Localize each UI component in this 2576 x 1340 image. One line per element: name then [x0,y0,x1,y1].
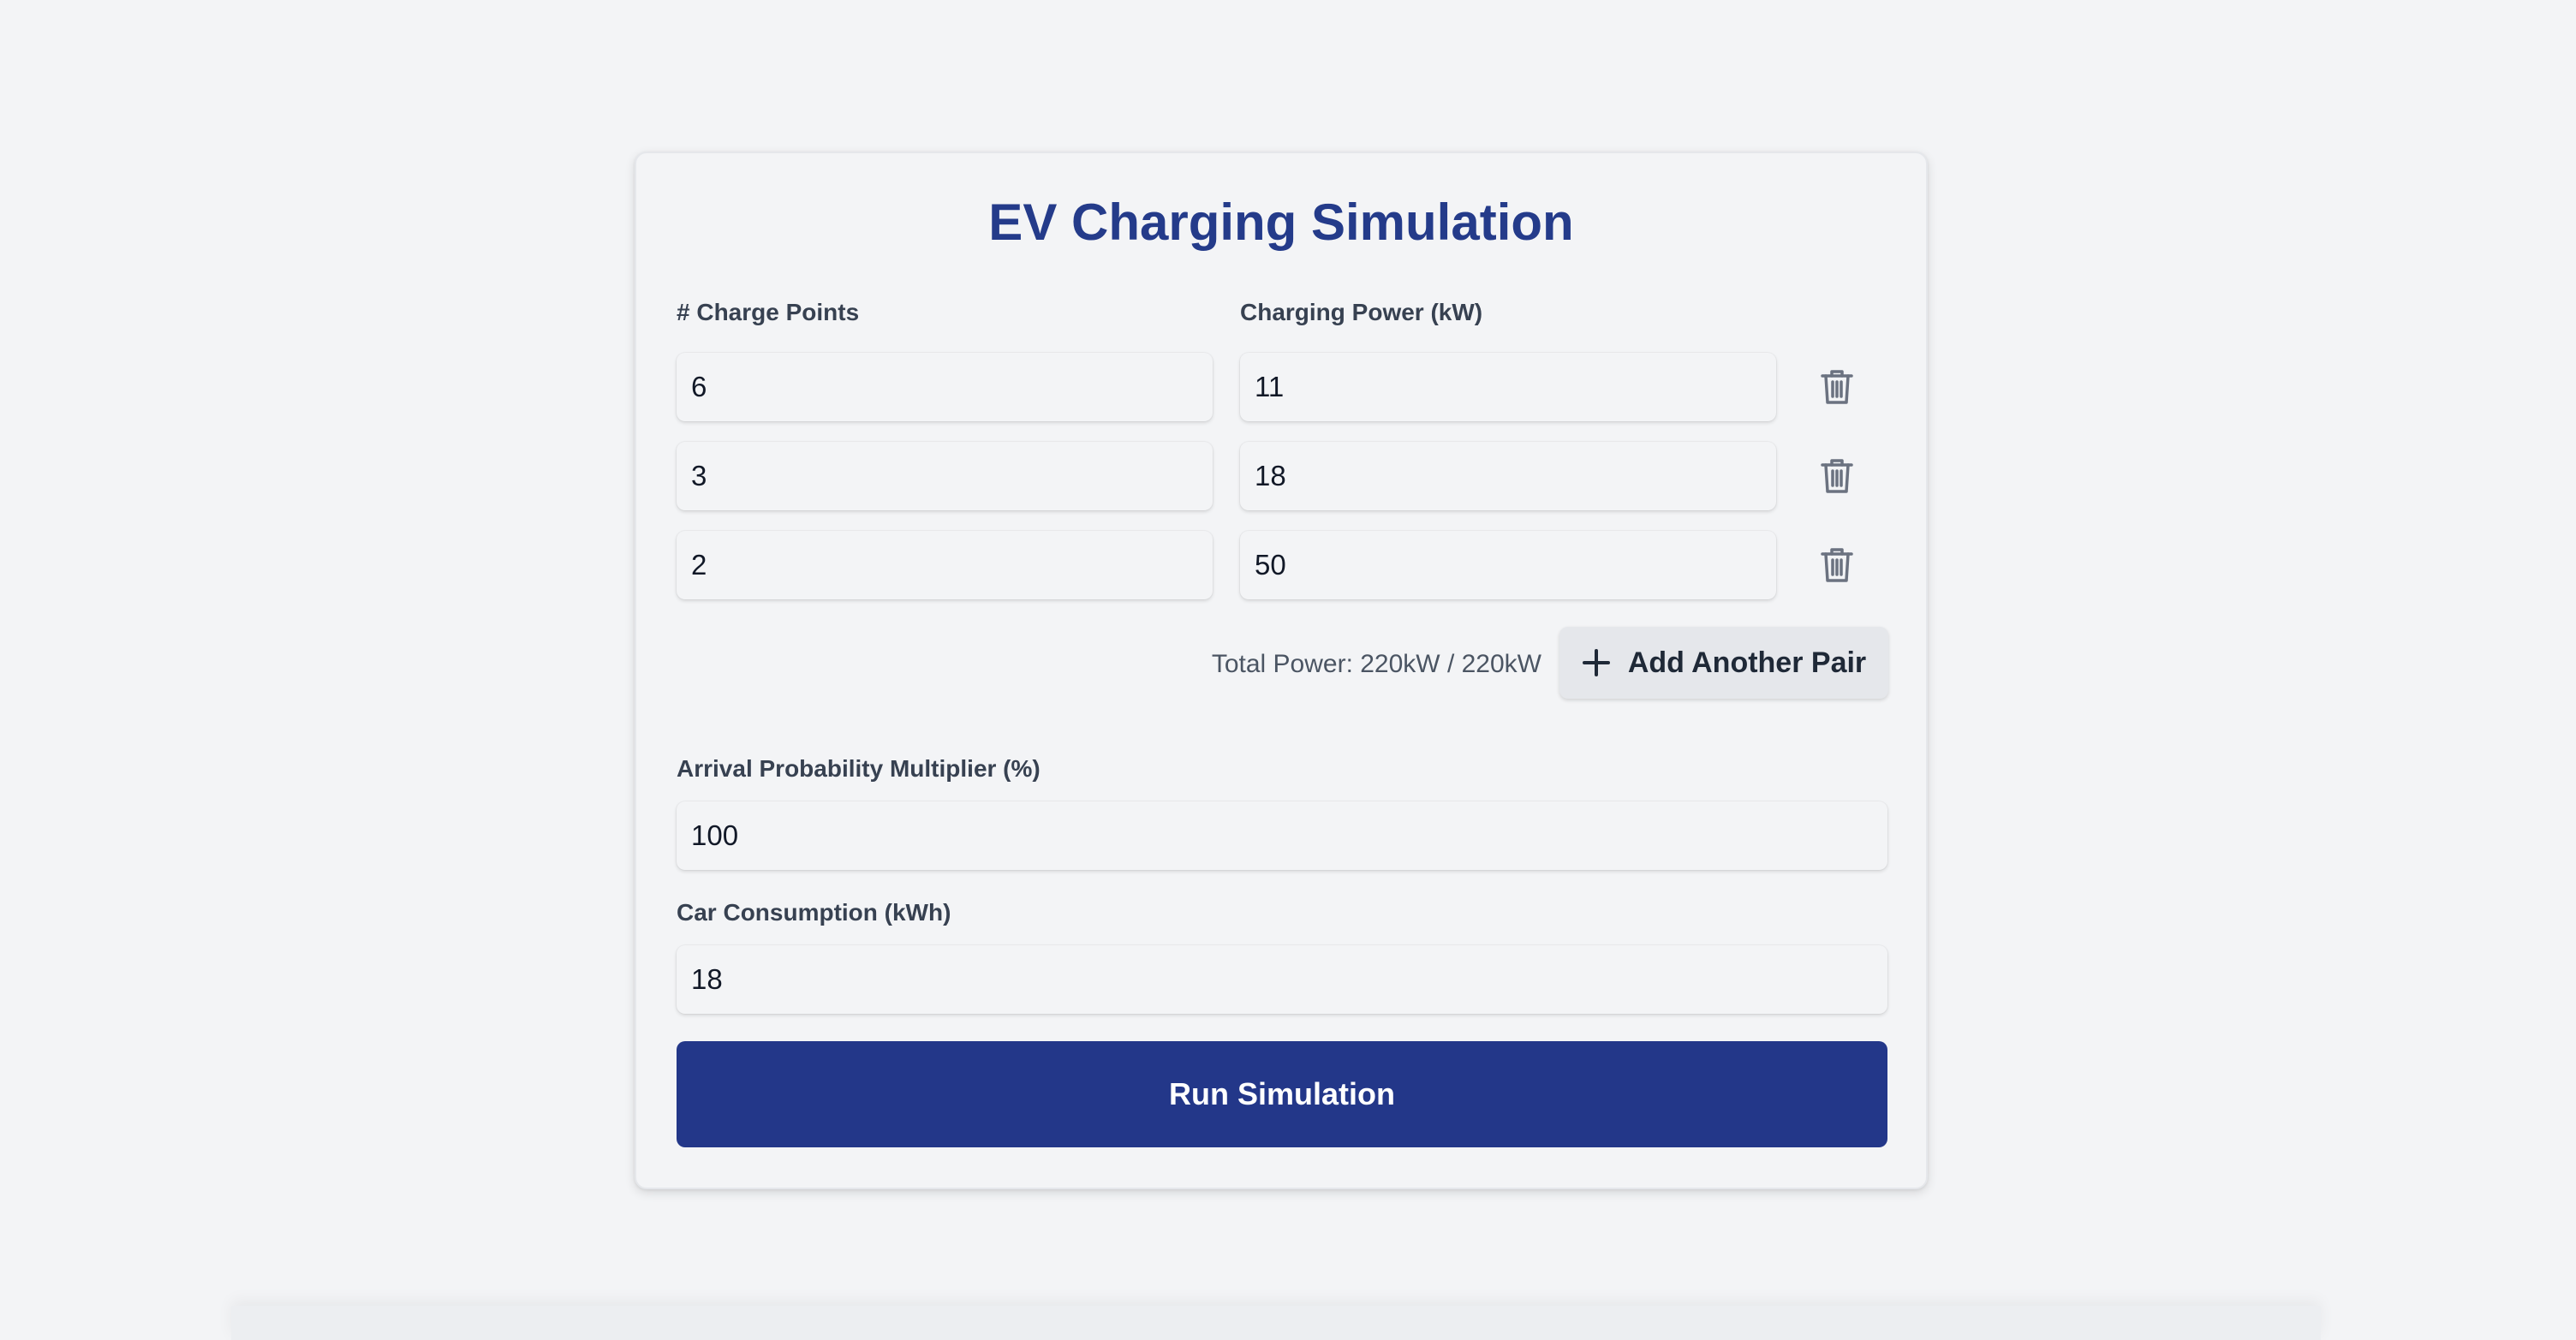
charging-power-input[interactable] [1240,353,1776,421]
simulation-card: EV Charging Simulation # Charge Points C… [635,152,1928,1189]
car-consumption-label: Car Consumption (kWh) [677,899,951,926]
bottom-panel-edge [231,1306,2321,1340]
total-power-text: Total Power: 220kW / 220kW [1211,650,1541,678]
trash-icon [1821,370,1853,404]
delete-pair-button[interactable] [1811,539,1863,591]
charging-power-input[interactable] [1240,531,1776,599]
plus-icon [1582,649,1610,676]
arrival-multiplier-label: Arrival Probability Multiplier (%) [677,755,1041,782]
page-title: EV Charging Simulation [988,194,1574,251]
delete-pair-button[interactable] [1811,450,1863,502]
charge-points-input[interactable] [677,442,1213,510]
car-consumption-input[interactable] [677,945,1887,1014]
charge-points-label: # Charge Points [677,299,860,325]
charge-points-input[interactable] [677,531,1213,599]
charging-power-input[interactable] [1240,442,1776,510]
trash-icon [1821,459,1853,493]
add-pair-button[interactable]: Add Another Pair [1559,627,1888,699]
charging-power-label: Charging Power (kW) [1240,299,1483,325]
charge-points-input[interactable] [677,353,1213,421]
trash-icon [1821,548,1853,582]
run-simulation-button[interactable]: Run Simulation [677,1041,1887,1147]
arrival-multiplier-input[interactable] [677,801,1887,870]
delete-pair-button[interactable] [1811,361,1863,413]
add-pair-label: Add Another Pair [1627,646,1867,679]
